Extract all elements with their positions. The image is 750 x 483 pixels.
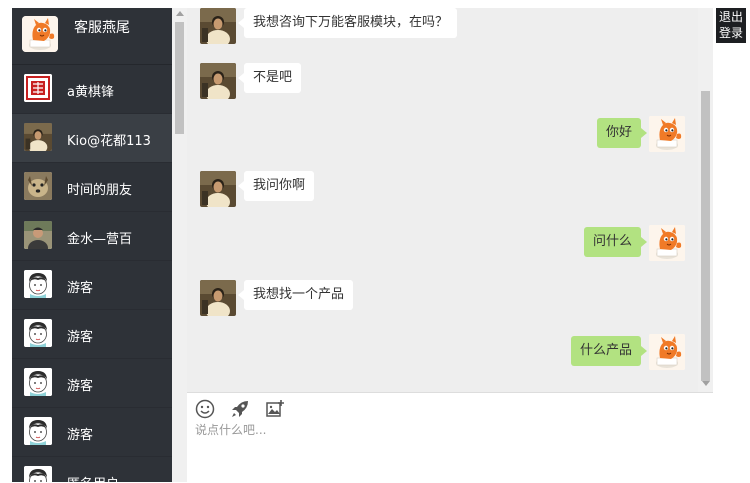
contact-sidebar: 客服燕尾 a黄棋锋 Kio@花都113 时间的朋友 金水—营百 游客 游客 游客… <box>12 8 172 482</box>
message-outgoing: 问什么 <box>545 225 685 261</box>
orange-fox-mascot-icon <box>649 116 685 152</box>
contact-item[interactable]: 游客 <box>12 408 172 457</box>
message-outgoing: 什么产品 <box>525 334 685 370</box>
logout-label-line1: 退出 <box>718 10 743 24</box>
contact-name: a黄棋锋 <box>67 85 114 100</box>
sidebar-scrollbar[interactable] <box>172 8 187 482</box>
cartoon-boy-avatar-icon <box>24 417 52 445</box>
red-seal-avatar-icon <box>24 74 52 102</box>
cartoon-boy-avatar-icon <box>24 368 52 396</box>
contact-name: 游客 <box>67 379 94 394</box>
message-input[interactable] <box>195 421 695 471</box>
current-user-header: 客服燕尾 <box>12 8 172 65</box>
contact-name: Kio@花都113 <box>67 134 151 149</box>
message-outgoing: 你好 <box>565 116 685 152</box>
contact-name: 时间的朋友 <box>67 183 133 198</box>
orange-fox-mascot-icon <box>649 334 685 370</box>
contact-item[interactable]: 时间的朋友 <box>12 163 172 212</box>
message-bubble: 我问你啊 <box>237 171 315 201</box>
chat-message-area: 我想咨询下万能客服模块，在吗？ 不是吧 你好 我问你啊 问什么 我想找一个产品 … <box>187 8 698 392</box>
message-bubble: 我想咨询下万能客服模块，在吗？ <box>237 8 458 38</box>
image-add-icon[interactable] <box>265 399 285 419</box>
contact-item[interactable]: 游客 <box>12 310 172 359</box>
message-bubble: 什么产品 <box>570 336 648 366</box>
contact-item-active[interactable]: Kio@花都113 <box>12 114 172 163</box>
contact-name: 游客 <box>67 428 94 443</box>
contact-item[interactable]: 游客 <box>12 359 172 408</box>
scroll-up-arrow-icon[interactable] <box>176 11 184 16</box>
contact-name: 游客 <box>67 281 94 296</box>
contact-name: 金水—营百 <box>67 232 133 247</box>
person-photo-avatar-icon <box>200 280 236 316</box>
rocket-icon[interactable] <box>230 399 250 419</box>
dog-photo-avatar-icon <box>24 172 52 200</box>
message-bubble: 我想找一个产品 <box>237 280 354 310</box>
orange-fox-mascot-icon <box>649 225 685 261</box>
contact-item[interactable]: a黄棋锋 <box>12 65 172 114</box>
smiley-face-icon[interactable] <box>195 399 215 419</box>
message-bubble: 问什么 <box>583 227 648 257</box>
person-photo-avatar-icon <box>200 8 236 44</box>
orange-fox-mascot-icon <box>22 16 58 52</box>
contact-item[interactable]: 匿名用户 <box>12 457 172 482</box>
contact-item[interactable]: 金水—营百 <box>12 212 172 261</box>
chat-scroll-thumb[interactable] <box>701 91 710 381</box>
person-photo-avatar-icon <box>24 123 52 151</box>
contact-name: 游客 <box>67 330 94 345</box>
logout-label-line2: 登录 <box>718 26 743 40</box>
current-user-name: 客服燕尾 <box>74 20 130 36</box>
sidebar-scroll-thumb[interactable] <box>175 22 184 134</box>
message-bubble: 你好 <box>596 118 648 148</box>
person-photo-avatar-icon <box>200 63 236 99</box>
man-photo-avatar-icon <box>24 221 52 249</box>
contact-item[interactable]: 游客 <box>12 261 172 310</box>
contact-name: 匿名用户 <box>67 473 119 482</box>
message-bubble: 不是吧 <box>237 63 302 93</box>
cartoon-boy-avatar-icon <box>24 270 52 298</box>
message-composer <box>187 392 713 483</box>
scroll-down-arrow-icon[interactable] <box>702 381 710 386</box>
chat-scrollbar[interactable] <box>698 8 713 392</box>
cartoon-boy-avatar-icon <box>24 319 52 347</box>
cartoon-boy-avatar-icon <box>24 466 52 482</box>
logout-button[interactable]: 退出 登录 <box>716 8 746 43</box>
person-photo-avatar-icon <box>200 171 236 207</box>
